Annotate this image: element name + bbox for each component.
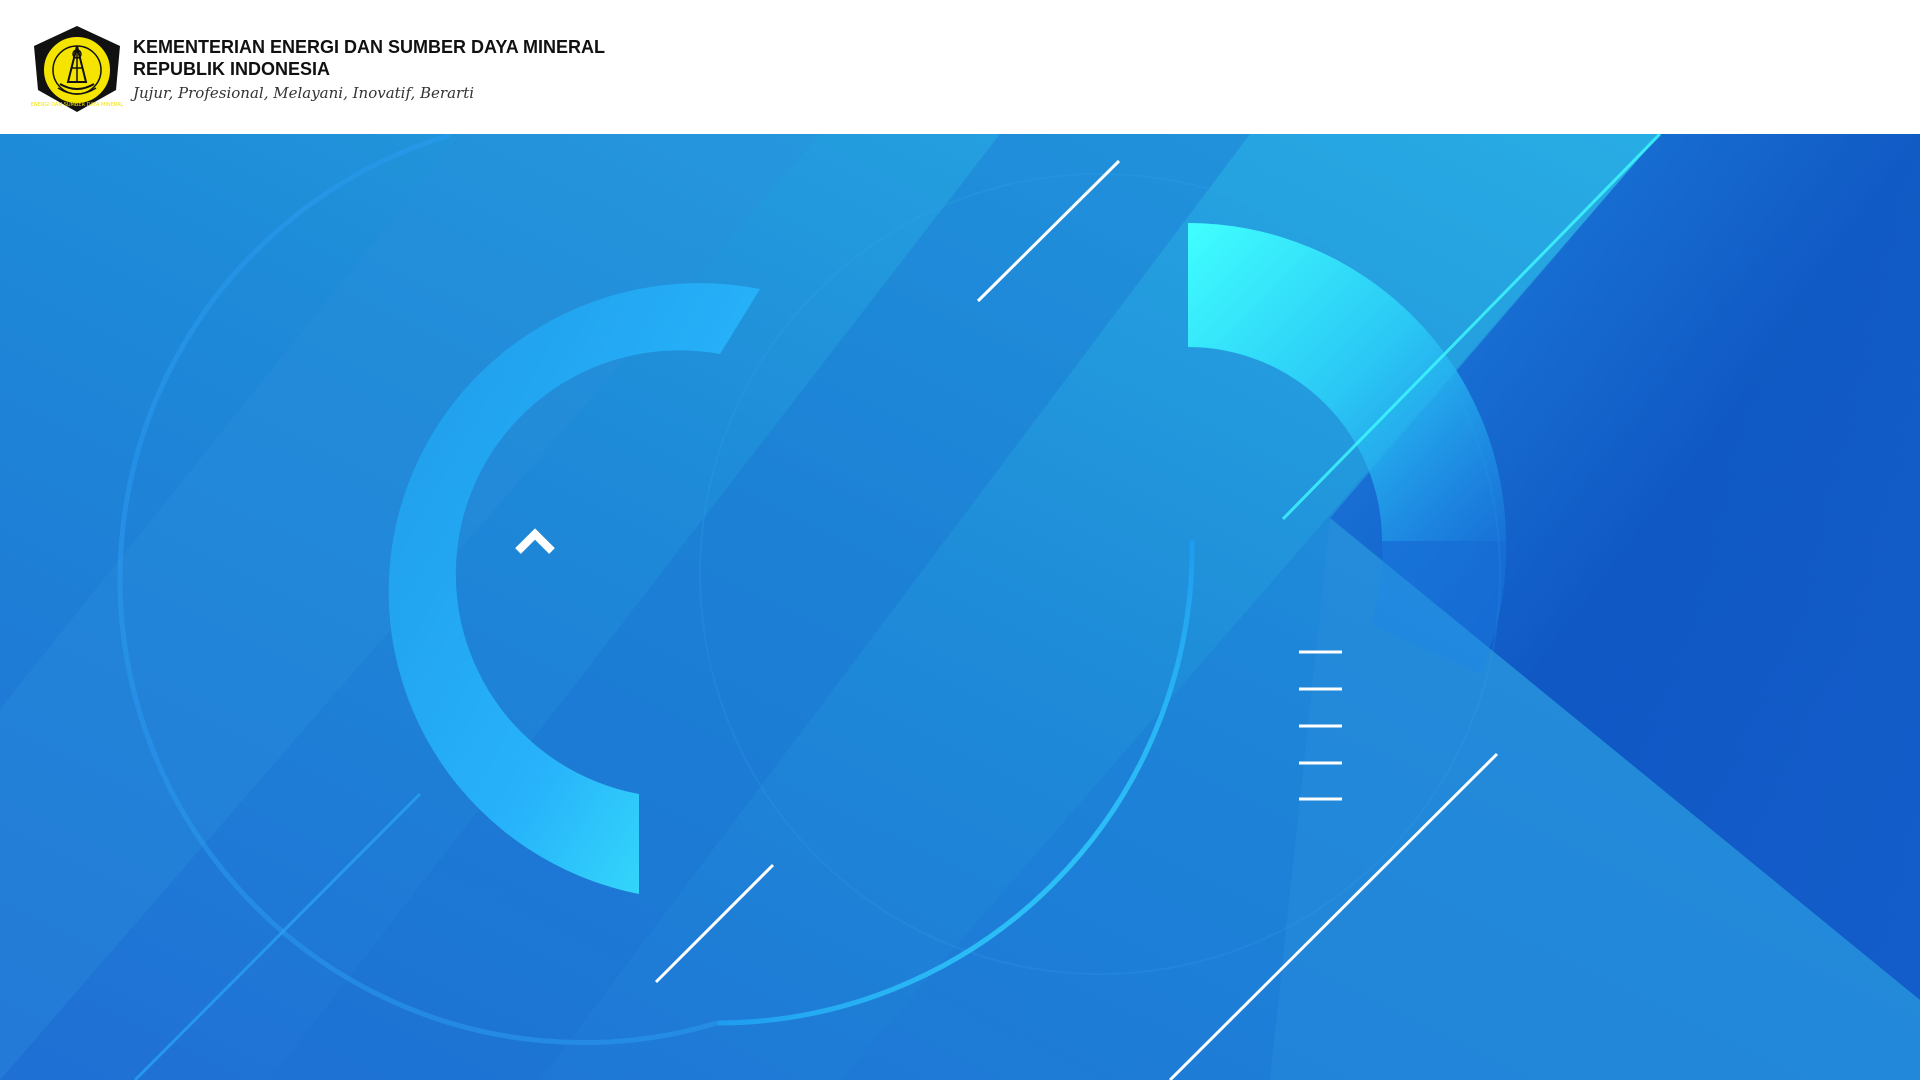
motto: Jujur, Profesional, Melayani, Inovatif, … <box>133 84 475 102</box>
esdm-emblem-icon: ENERGI DAN SUMBER DAYA MINERAL <box>31 26 124 112</box>
organization-name: KEMENTERIAN ENERGI DAN SUMBER DAYA MINER… <box>133 36 605 80</box>
decorative-background <box>0 134 1920 1080</box>
slide: ENERGI DAN SUMBER DAYA MINERAL KEMENTERI… <box>0 0 1920 1080</box>
organization-name-line1: KEMENTERIAN ENERGI DAN SUMBER DAYA MINER… <box>133 37 606 57</box>
header-bar: ENERGI DAN SUMBER DAYA MINERAL KEMENTERI… <box>0 0 1920 134</box>
logo-ring-text: ENERGI DAN SUMBER DAYA MINERAL <box>31 102 124 108</box>
organization-name-line2: REPUBLIK INDONESIA <box>133 59 331 79</box>
